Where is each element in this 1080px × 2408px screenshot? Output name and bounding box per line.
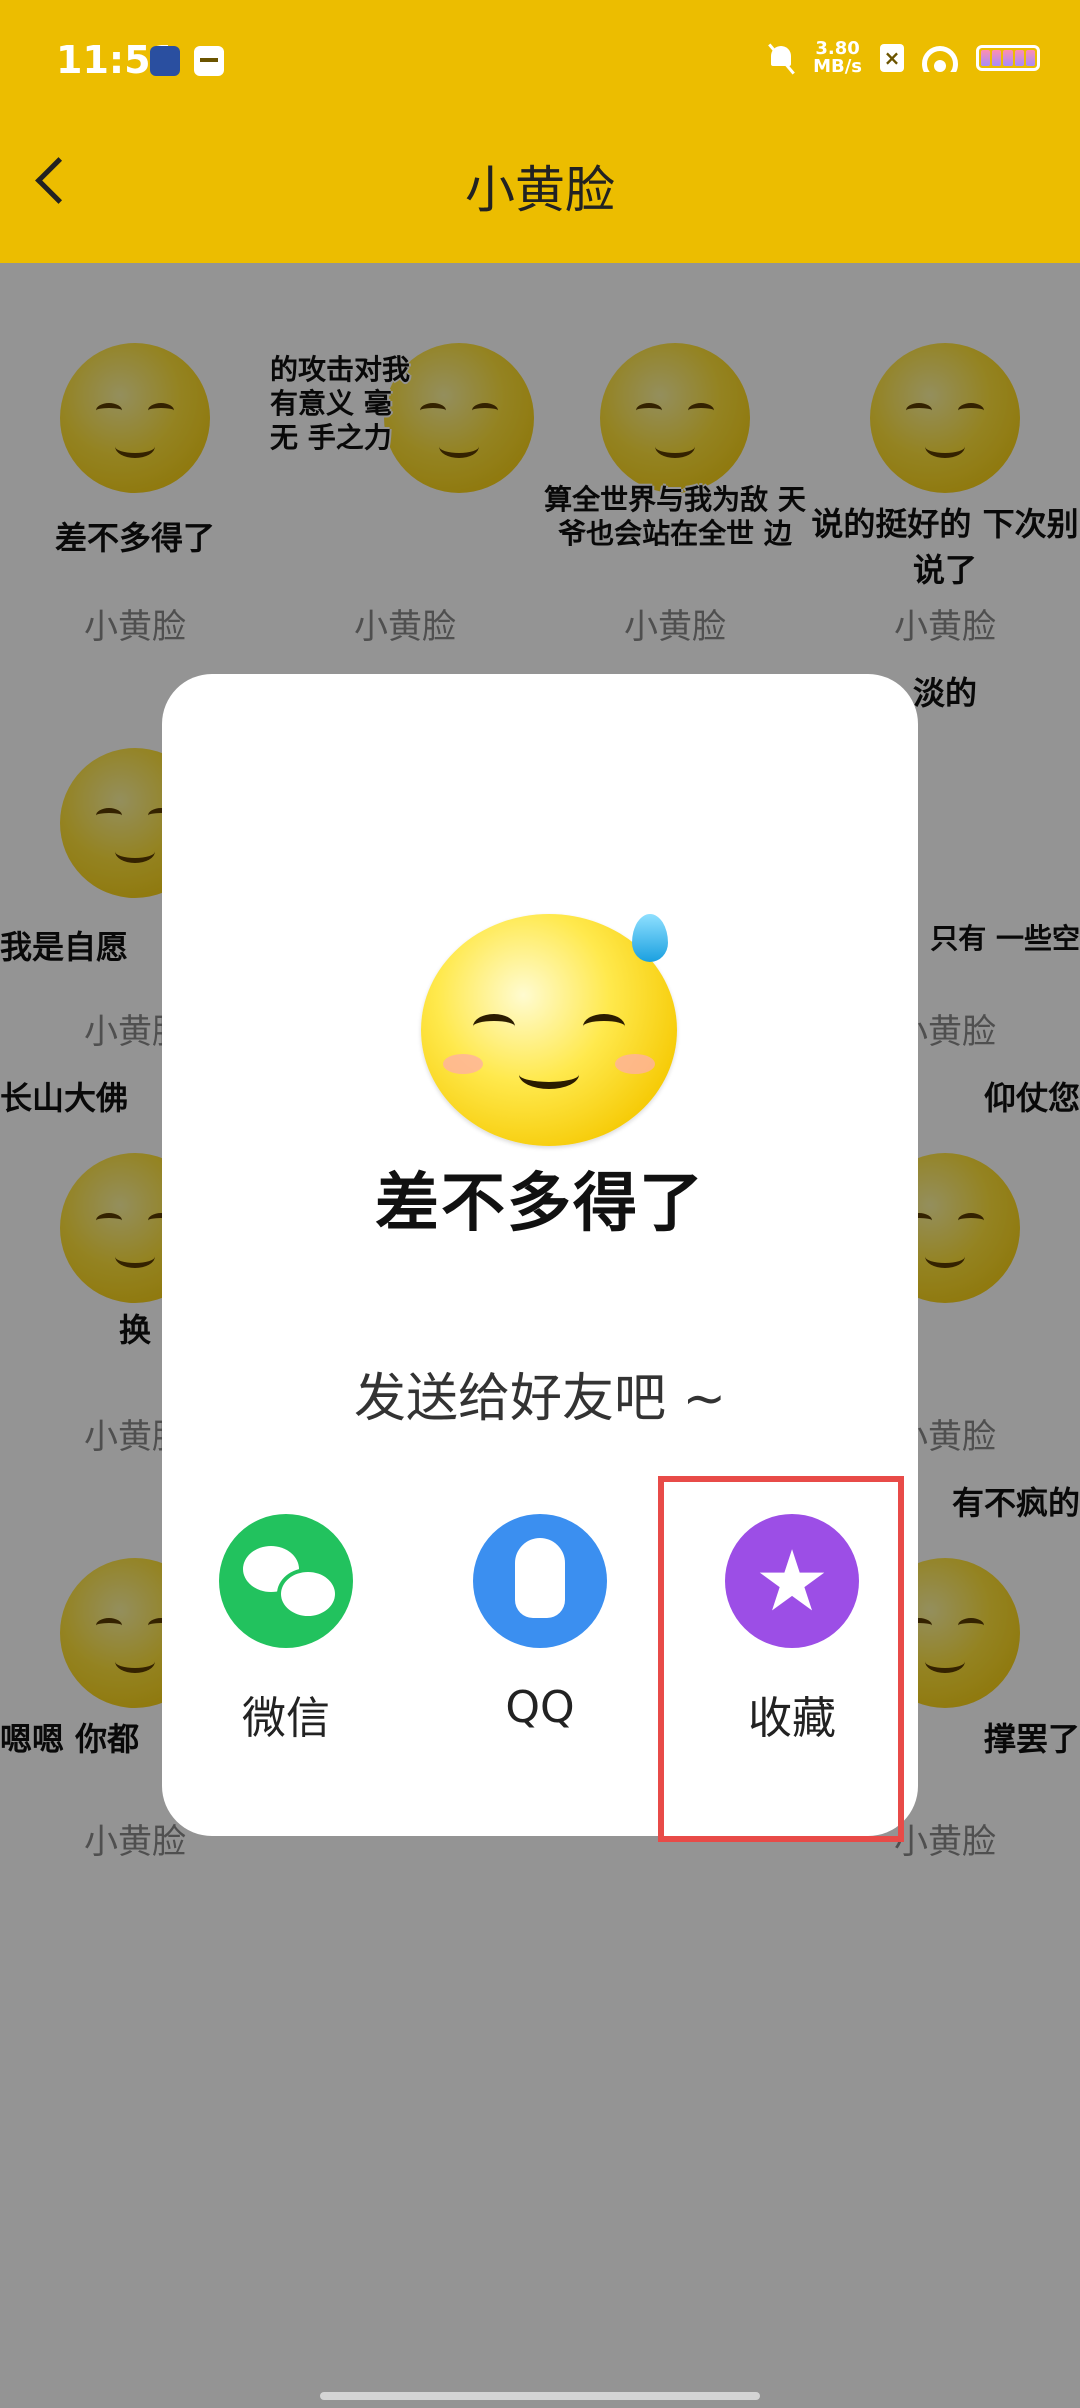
- share-wechat-button[interactable]: 微信: [186, 1514, 386, 1746]
- wechat-icon: [219, 1514, 353, 1648]
- sim-blocked-icon: ×: [880, 44, 904, 72]
- status-icons: 3.80 MB/s ×: [767, 40, 1040, 76]
- network-speed-unit: MB/s: [813, 56, 862, 77]
- network-speed: 3.80 MB/s: [813, 40, 862, 76]
- home-indicator[interactable]: [320, 2392, 760, 2400]
- sweat-drop-icon: [632, 914, 668, 962]
- page-title: 小黄脸: [465, 161, 615, 219]
- send-hint: 发送给好友吧 ~: [353, 1369, 727, 1429]
- share-wechat-label: 微信: [242, 1693, 330, 1744]
- emoji-preview-caption: 差不多得了: [375, 1167, 705, 1241]
- notification-app-icon: [150, 46, 180, 76]
- status-bar: 11:51 3.80 MB/s ×: [0, 0, 1080, 120]
- notification-calendar-icon: [194, 46, 224, 76]
- share-qq-label: QQ: [505, 1682, 575, 1733]
- qq-penguin-icon: [473, 1514, 607, 1648]
- wifi-icon: [922, 44, 958, 72]
- mute-icon: [767, 42, 795, 74]
- battery-icon: [976, 45, 1040, 71]
- highlight-box: [658, 1476, 904, 1842]
- share-qq-button[interactable]: QQ: [440, 1514, 640, 1733]
